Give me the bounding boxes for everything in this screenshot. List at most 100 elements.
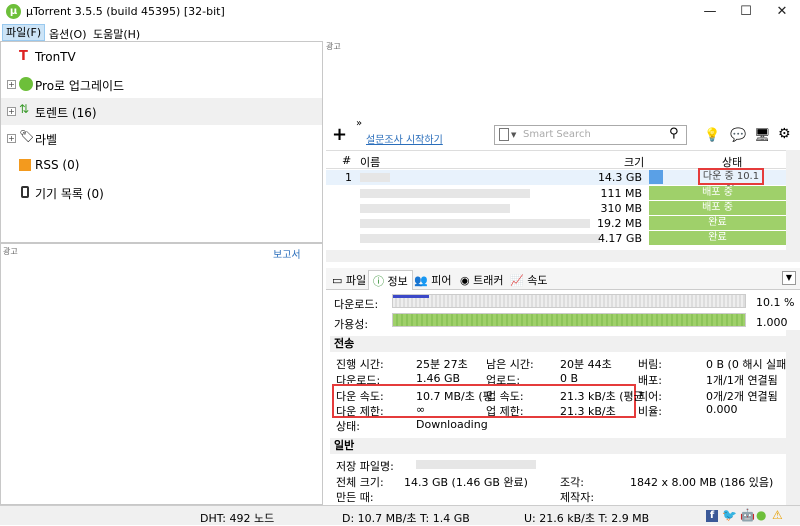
blurred-name: [360, 189, 530, 198]
sidebar-item-label: TronTV: [35, 50, 76, 64]
peers-label: 피어:: [638, 390, 662, 403]
search-icon[interactable]: ⚲: [669, 126, 679, 141]
created-on-label: 만든 때:: [336, 491, 374, 504]
sidebar-item-label: 기기 목록 (0): [35, 187, 104, 201]
maximize-button[interactable]: ☐: [728, 0, 764, 24]
tab-files[interactable]: ▭ 파일: [328, 270, 370, 290]
down-speed-label: 다운 속도:: [336, 390, 384, 403]
seeds-label: 배포:: [638, 374, 662, 387]
utorrent-icon: [19, 77, 33, 91]
trontv-icon: T: [19, 49, 28, 64]
expand-icon[interactable]: +: [7, 134, 16, 143]
tab-label: 트래커: [473, 274, 504, 287]
chevron-down-icon[interactable]: ▼: [511, 131, 516, 139]
monitor-icon[interactable]: 🖥: [754, 128, 771, 143]
tracker-icon: ◉: [460, 274, 470, 287]
progress-fill: [649, 170, 663, 184]
collapse-button[interactable]: ▼: [782, 271, 796, 285]
tab-peers[interactable]: 👥 피어: [410, 270, 455, 290]
sidebar-item-trontv[interactable]: T TronTV: [1, 44, 322, 71]
pieces-value: 1842 x 8.00 MB (186 있음): [630, 476, 774, 489]
tab-label: 피어: [431, 274, 452, 287]
blurred-name: [360, 173, 390, 182]
add-torrent-button[interactable]: +: [332, 124, 347, 145]
elapsed-value: 25분 27초: [416, 358, 468, 371]
minimize-button[interactable]: —: [692, 0, 728, 24]
col-num[interactable]: #: [342, 154, 351, 167]
download-label: 다운로드:: [334, 298, 379, 311]
menu-file[interactable]: 파일(F): [2, 24, 46, 41]
tab-info[interactable]: ⓘ 정보: [368, 270, 413, 290]
sidebar-item-label: Pro로 업그레이드: [35, 79, 125, 93]
twitter-icon[interactable]: 🐦: [722, 508, 737, 522]
status-seeding: 배포 중: [649, 186, 786, 200]
table-row[interactable]: 19.2 MB 완료: [326, 216, 796, 231]
blurred-name: [360, 234, 600, 243]
sidebar-item-devices[interactable]: 기기 목록 (0): [1, 179, 322, 206]
row-size: 310 MB: [600, 202, 642, 215]
tag-icon: 🏷: [19, 129, 35, 143]
seeds-value: 1개/1개 연결됨: [706, 374, 778, 387]
facebook-icon[interactable]: f: [706, 510, 718, 522]
ad-label: 광고: [326, 42, 341, 51]
sidebar-item-rss[interactable]: RSS (0): [1, 152, 322, 179]
availability-value: 1.000: [756, 316, 788, 329]
table-row[interactable]: 111 MB 배포 중: [326, 186, 796, 201]
info-pane: 다운로드: 10.1 % 가용성: 1.000 전송 진행 시간: 25분 27…: [326, 290, 800, 505]
table-row[interactable]: 1 14.3 GB 다운 중 10.1 %: [326, 168, 796, 195]
peers-value: 0개/2개 연결됨: [706, 390, 778, 403]
report-link[interactable]: 보고서: [273, 246, 301, 261]
sidebar-item-upgrade[interactable]: + Pro로 업그레이드: [1, 71, 322, 98]
list-scrollbar[interactable]: [786, 150, 800, 262]
ad-panel: 광고 보고서: [0, 243, 323, 505]
tab-speed[interactable]: 📈 속도: [506, 270, 551, 290]
remaining-label: 남은 시간:: [486, 358, 534, 371]
sidebar-item-label: 토렌트 (16): [35, 106, 97, 120]
info-scrollbar[interactable]: [786, 330, 800, 505]
table-row[interactable]: 310 MB 배포 중: [326, 201, 796, 216]
list-hscrollbar[interactable]: [326, 250, 786, 262]
download-status: D: 10.7 MB/초 T: 1.4 GB: [342, 512, 470, 525]
dht-status: DHT: 492 노드: [200, 512, 275, 525]
row-size: 14.3 GB: [597, 171, 642, 184]
torrent-list-header: # 이름 크기 상태: [326, 150, 800, 169]
col-size[interactable]: 크기: [624, 154, 644, 170]
upload-status: U: 21.6 kB/초 T: 2.9 MB: [524, 512, 650, 525]
warning-icon[interactable]: ⚠: [772, 508, 783, 522]
more-icon[interactable]: »: [356, 118, 362, 129]
blurred-path: [416, 460, 536, 469]
gear-icon[interactable]: ⚙: [778, 126, 791, 142]
close-button[interactable]: ✕: [764, 0, 800, 24]
wasted-value: 0 B (0 해시 실패: [706, 358, 787, 371]
rss-icon: [19, 159, 31, 171]
down-limit-value: ∞: [416, 403, 426, 416]
bulb-icon[interactable]: 💡: [704, 128, 720, 143]
sidebar-item-label: 라벨: [35, 133, 58, 147]
utorrent-status-icon[interactable]: ●: [756, 508, 766, 522]
remaining-value: 20분 44초: [560, 358, 612, 371]
sidebar-item-label: RSS (0): [35, 158, 80, 172]
survey-link[interactable]: 설문조사 시작하기: [366, 131, 443, 146]
row-size: 111 MB: [600, 187, 642, 200]
window-title: µTorrent 3.5.5 (build 45395) [32-bit]: [26, 5, 225, 18]
tab-trackers[interactable]: ◉ 트래커: [456, 270, 507, 290]
title-bar: µ µTorrent 3.5.5 (build 45395) [32-bit] …: [0, 0, 800, 24]
chat-icon[interactable]: 💬: [730, 128, 746, 143]
table-row[interactable]: 4.17 GB 완료: [326, 231, 796, 246]
android-icon[interactable]: 🤖: [740, 508, 755, 522]
sidebar-item-labels[interactable]: + 🏷 라벨: [1, 125, 322, 152]
search-input[interactable]: ▼ Smart Search ⚲: [494, 125, 687, 145]
folder-icon: ▭: [332, 274, 343, 287]
col-name[interactable]: 이름: [360, 154, 380, 170]
up-speed-label: 업 속도:: [486, 390, 524, 403]
expand-icon[interactable]: +: [7, 80, 16, 89]
row-num: 1: [345, 171, 352, 184]
state-value: Downloading: [416, 418, 488, 431]
down-limit-label: 다운 제한:: [336, 405, 384, 418]
menu-options[interactable]: 옵션(O): [46, 26, 89, 42]
expand-icon[interactable]: +: [7, 107, 16, 116]
total-size-value: 14.3 GB (1.46 GB 완료): [404, 476, 528, 489]
menu-help[interactable]: 도움말(H): [90, 26, 143, 42]
sidebar-item-torrents[interactable]: + ⇅ 토렌트 (16): [1, 98, 322, 125]
general-section-title: 일반: [330, 438, 790, 454]
